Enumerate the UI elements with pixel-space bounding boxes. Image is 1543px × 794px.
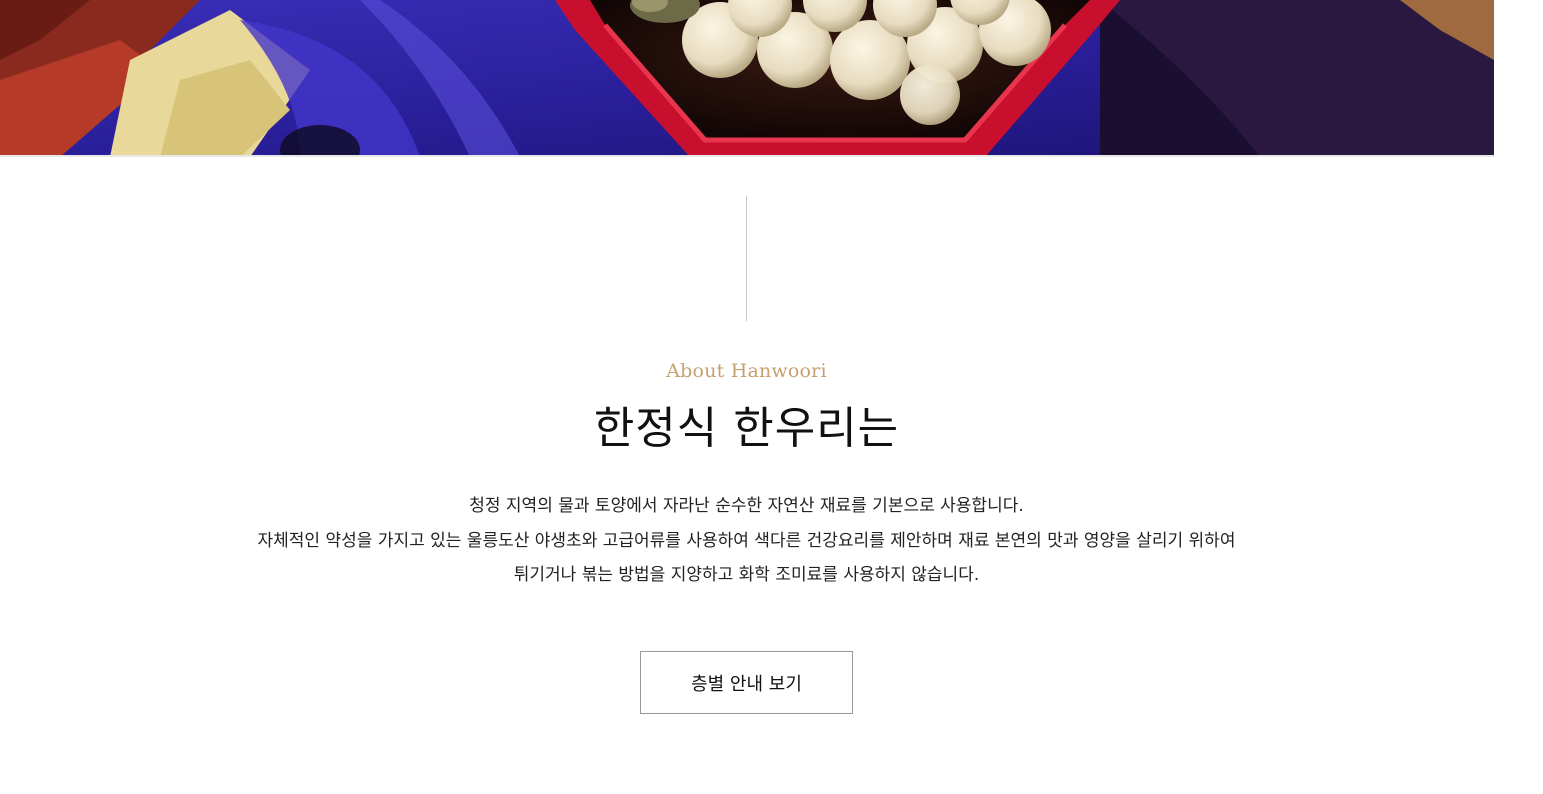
section-eyebrow: About Hanwoori [666,360,827,382]
section-description: 청정 지역의 물과 토양에서 자라난 순수한 자연산 재료를 기본으로 사용합니… [0,489,1493,593]
description-line: 튀기거나 볶는 방법을 지양하고 화학 조미료를 사용하지 않습니다. [513,565,980,585]
description-line: 청정 지역의 물과 토양에서 자라난 순수한 자연산 재료를 기본으로 사용합니… [469,496,1024,516]
section-title: 한정식 한우리는 [593,403,900,454]
hero-image [0,0,1494,157]
floor-guide-button[interactable]: 층별 안내 보기 [640,651,853,714]
page-edge [1494,0,1543,157]
hero-bottom-border [0,155,1494,157]
description-line: 자체적인 약성을 가지고 있는 울릉도산 야생초와 고급어류를 사용하여 색다른… [257,530,1236,551]
rice-cake-photo [0,0,1494,157]
vertical-divider [746,196,747,321]
